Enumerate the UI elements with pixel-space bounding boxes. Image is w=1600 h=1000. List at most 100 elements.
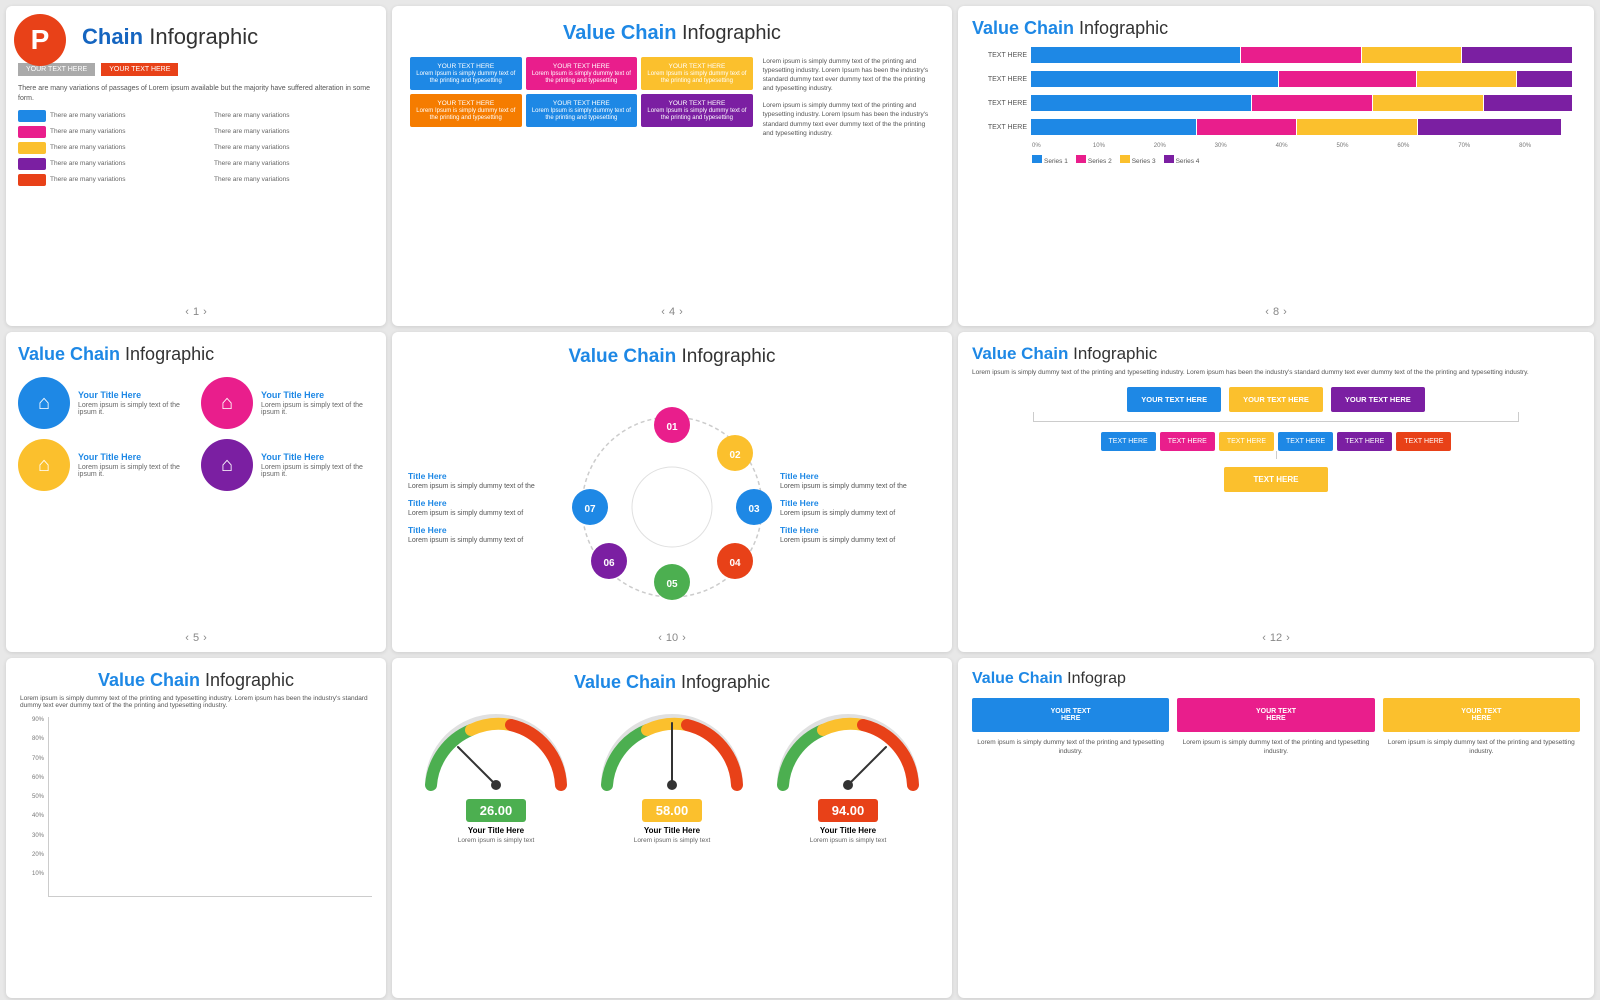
org-small-btn: TEXT HERE — [1101, 432, 1156, 451]
list-item: Title Here Lorem ipsum is simply dummy t… — [780, 471, 936, 490]
card-item: YOUR TEXTHERE Lorem ipsum is simply dumm… — [1177, 698, 1374, 756]
card-btn-pink: YOUR TEXTHERE — [1177, 698, 1374, 732]
powerpoint-icon: P — [14, 14, 66, 66]
slide1-title: Chain Infographic — [82, 24, 374, 50]
chart-legend: Series 1 Series 2 Series 3 Series 4 — [1032, 155, 1580, 165]
gauge-item: 58.00 Your Title Here Lorem ipsum is sim… — [592, 705, 752, 844]
org-btn-blue: YOUR TEXT HERE — [1127, 387, 1221, 412]
x-axis: 0% 10% 20% 30% 40% 50% 60% 70% 80% — [1032, 143, 1580, 149]
bar-row: TEXT HERE — [972, 119, 1580, 135]
slide1-title-dark: Infographic — [143, 24, 258, 49]
color-bar — [18, 158, 46, 170]
gauge-desc: Lorem ipsum is simply text — [768, 837, 928, 844]
slide3-title: Value Chain Infographic — [972, 18, 1580, 39]
org-small-btn: TEXT HERE — [1278, 432, 1333, 451]
y-axis: 10% 20% 30% 40% 50% 60% 70% 80% 90% — [20, 717, 44, 877]
gauge-svg — [592, 705, 752, 795]
list-item: Title Here Lorem ipsum is simply dummy t… — [780, 525, 936, 544]
slide3-nav: ‹8› — [1265, 306, 1286, 318]
cell: YOUR TEXT HERELorem Ipsum is simply dumm… — [410, 57, 522, 90]
slide5-title: Value Chain Infographic — [408, 346, 936, 368]
gauge-title: Your Title Here — [768, 826, 928, 835]
vertical-line — [1276, 451, 1277, 459]
card-desc: Lorem ipsum is simply dummy text of the … — [972, 738, 1169, 756]
cell: YOUR TEXT HERELorem Ipsum is simply dumm… — [526, 57, 638, 90]
slide-2: Value Chain Infographic YOUR TEXT HERELo… — [392, 6, 952, 326]
slide1-subtitle: YOUR TEXT HERE — [18, 63, 95, 76]
slide-4: Value Chain Infographic ⌂ Your Title Her… — [6, 332, 386, 652]
icon-item: ⌂ Your Title Here Lorem ipsum is simply … — [201, 439, 374, 491]
slide1-title-blue: Chain — [82, 24, 143, 49]
diagram-svg: 01 02 03 04 05 06 — [572, 407, 772, 607]
cell: YOUR TEXT HERELorem Ipsum is simply dumm… — [641, 57, 753, 90]
grid-row: YOUR TEXT HERELorem Ipsum is simply dumm… — [410, 57, 753, 90]
org-bottom-btn: TEXT HERE — [1224, 467, 1329, 492]
slide6-desc: Lorem ipsum is simply dummy text of the … — [972, 368, 1580, 377]
gauges-row: 26.00 Your Title Here Lorem ipsum is sim… — [408, 705, 936, 844]
card-item: YOUR TEXTHERE Lorem ipsum is simply dumm… — [972, 698, 1169, 756]
icons-grid: ⌂ Your Title Here Lorem ipsum is simply … — [18, 377, 374, 491]
slide2-nav: ‹4› — [661, 306, 682, 318]
org-small-btn: TEXT HERE — [1396, 432, 1451, 451]
color-bar — [18, 126, 46, 138]
circle-icon-blue: ⌂ — [18, 377, 70, 429]
slide7-desc: Lorem ipsum is simply dummy text of the … — [20, 695, 372, 709]
gauge-item: 26.00 Your Title Here Lorem ipsum is sim… — [416, 705, 576, 844]
org-small-btn: TEXT HERE — [1219, 432, 1274, 451]
slide-9: Value Chain Infograp YOUR TEXTHERE Lorem… — [958, 658, 1594, 998]
slides-grid: P Chain Infographic YOUR TEXT HERE YOUR … — [0, 0, 1600, 1000]
icon-item: ⌂ Your Title Here Lorem ipsum is simply … — [201, 377, 374, 429]
table-row: There are many variations There are many… — [18, 158, 374, 170]
slide2-main: YOUR TEXT HERELorem Ipsum is simply dumm… — [410, 57, 934, 138]
svg-text:01: 01 — [666, 422, 678, 433]
circle-icon-pink: ⌂ — [201, 377, 253, 429]
cell: YOUR TEXT HERELorem Ipsum is simply dumm… — [526, 94, 638, 127]
card-item: YOUR TEXTHERE Lorem ipsum is simply dumm… — [1383, 698, 1580, 756]
slide4-nav: ‹5› — [185, 632, 206, 644]
card-btn-blue: YOUR TEXTHERE — [972, 698, 1169, 732]
slide8-title: Value Chain Infographic — [408, 672, 936, 693]
icon-item: ⌂ Your Title Here Lorem ipsum is simply … — [18, 377, 191, 429]
gauge-desc: Lorem ipsum is simply text — [592, 837, 752, 844]
list-item: Title Here Lorem ipsum is simply dummy t… — [780, 498, 936, 517]
gauge-value: 94.00 — [818, 799, 879, 822]
slide7-title: Value Chain Infographic — [20, 670, 372, 691]
connector-line — [1033, 412, 1519, 422]
bar-row: TEXT HERE — [972, 47, 1580, 63]
bar-chart: TEXT HERE TEXT HERE TEXT HERE — [972, 47, 1580, 135]
bar-row: TEXT HERE — [972, 71, 1580, 87]
gauge-value: 58.00 — [642, 799, 703, 822]
list-item: Title Here Lorem ipsum is simply dummy t… — [408, 498, 564, 517]
slide-8: Value Chain Infographic 26.00 — [392, 658, 952, 998]
slide-5: Value Chain Infographic Title Here Lorem… — [392, 332, 952, 652]
org-bottom: TEXT HERE — [972, 467, 1580, 492]
table-row: There are many variations There are many… — [18, 142, 374, 154]
list-item: Title Here Lorem ipsum is simply dummy t… — [408, 525, 564, 544]
org-btn-yellow: YOUR TEXT HERE — [1229, 387, 1323, 412]
svg-text:06: 06 — [603, 558, 615, 569]
slide2-text: Lorem ipsum is simply dummy text of the … — [763, 57, 934, 138]
slide1-text-badge: YOUR TEXT HERE — [101, 63, 178, 76]
slide-1: P Chain Infographic YOUR TEXT HERE YOUR … — [6, 6, 386, 326]
svg-text:04: 04 — [729, 558, 741, 569]
svg-text:07: 07 — [584, 504, 596, 515]
org-small-btn: TEXT HERE — [1160, 432, 1215, 451]
slide1-table: There are many variations of passages of… — [18, 84, 374, 190]
gauge-item: 94.00 Your Title Here Lorem ipsum is sim… — [768, 705, 928, 844]
slide9-title: Value Chain Infograp — [972, 670, 1580, 688]
gauge-desc: Lorem ipsum is simply text — [416, 837, 576, 844]
bar-row: TEXT HERE — [972, 95, 1580, 111]
slide1-nav: ‹1› — [185, 306, 206, 318]
color-bar — [18, 174, 46, 186]
slide-7: Value Chain Infographic Lorem ipsum is s… — [6, 658, 386, 998]
org-top-row: YOUR TEXT HERE YOUR TEXT HERE YOUR TEXT … — [972, 387, 1580, 412]
circle-icon-purple: ⌂ — [201, 439, 253, 491]
gauge-svg — [416, 705, 576, 795]
gauge-value: 26.00 — [466, 799, 527, 822]
svg-text:05: 05 — [666, 579, 678, 590]
slide2-title: Value Chain Infographic — [410, 22, 934, 45]
slide1-desc: There are many variations of passages of… — [18, 84, 374, 104]
chart-bars — [48, 717, 372, 897]
org-btn-purple: YOUR TEXT HERE — [1331, 387, 1425, 412]
svg-text:03: 03 — [748, 504, 760, 515]
